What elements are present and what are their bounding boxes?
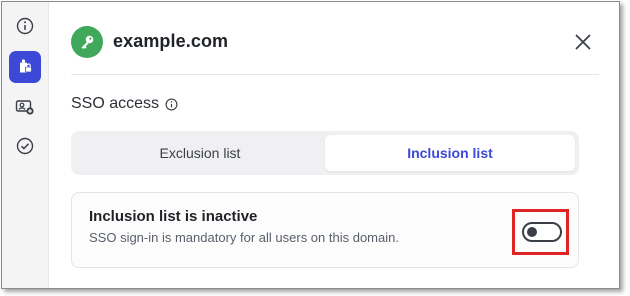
toggle-knob xyxy=(527,227,537,237)
sidebar xyxy=(2,2,49,288)
tab-inclusion-list[interactable]: Inclusion list xyxy=(325,135,575,171)
key-icon xyxy=(81,35,94,49)
domain-logo xyxy=(71,26,103,58)
header-divider xyxy=(71,74,599,75)
section-heading: SSO access xyxy=(71,95,178,113)
info-icon xyxy=(16,17,34,35)
sidebar-item-info[interactable] xyxy=(9,10,41,42)
sidebar-item-identity[interactable] xyxy=(9,91,41,123)
section-title: SSO access xyxy=(71,95,160,112)
inclusion-list-toggle[interactable] xyxy=(522,222,562,242)
sidebar-item-access[interactable] xyxy=(9,51,41,83)
main-content: example.com SSO access Exclusion list In… xyxy=(49,2,619,288)
close-button[interactable] xyxy=(573,32,593,52)
id-card-add-icon xyxy=(15,100,34,115)
sidebar-item-verify[interactable] xyxy=(9,130,41,162)
tab-exclusion-list[interactable]: Exclusion list xyxy=(75,135,325,171)
info-icon[interactable] xyxy=(165,98,178,111)
status-description: SSO sign-in is mandatory for all users o… xyxy=(89,230,399,245)
inclusion-status-card: Inclusion list is inactive SSO sign-in i… xyxy=(71,192,579,268)
check-circle-icon xyxy=(16,137,34,155)
sso-settings-panel: example.com SSO access Exclusion list In… xyxy=(1,1,620,289)
status-title: Inclusion list is inactive xyxy=(89,208,258,225)
close-icon xyxy=(575,34,591,50)
domain-title: example.com xyxy=(113,31,229,51)
user-lock-icon xyxy=(20,59,32,73)
list-mode-tabs: Exclusion list Inclusion list xyxy=(71,131,579,175)
